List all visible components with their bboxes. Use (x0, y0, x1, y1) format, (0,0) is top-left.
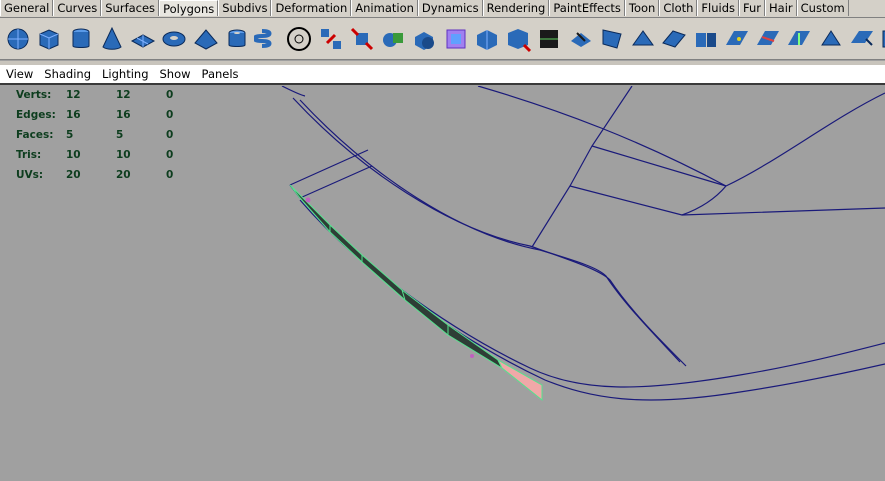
shelf-tab-fur[interactable]: Fur (739, 0, 766, 16)
panel-menubar: View Shading Lighting Show Panels (0, 65, 885, 85)
collapse-icon[interactable] (817, 22, 845, 56)
hud-value-3: 0 (166, 149, 174, 161)
hud-value-1: 12 (66, 89, 81, 101)
poly-cylinder-icon[interactable] (67, 22, 95, 56)
hud-value-1: 16 (66, 109, 81, 121)
poly-pipe-icon[interactable] (223, 22, 251, 56)
wire-curve-main-inner (299, 99, 681, 363)
wire-curve-right-top (725, 92, 885, 187)
hud-label: Verts: (16, 89, 52, 101)
shelf-tab-polygons[interactable]: Polygons (159, 0, 219, 16)
shelf-tab-subdivs[interactable]: Subdivs (218, 0, 272, 16)
selected-tip-face (496, 358, 543, 402)
poly-cube-icon[interactable] (35, 22, 63, 56)
subdiv-proxy-icon[interactable] (442, 22, 470, 56)
menu-view[interactable]: View (6, 67, 33, 81)
merge-icon[interactable] (598, 22, 626, 56)
split-edge-ring-icon[interactable] (754, 22, 782, 56)
wire-edge-curve-2 (681, 185, 727, 216)
split-polygon-icon[interactable] (535, 22, 563, 56)
shelf-tab-surfaces[interactable]: Surfaces (101, 0, 160, 16)
shelf-tab-painteffects[interactable]: PaintEffects (549, 0, 625, 16)
polygons-shelf (0, 18, 885, 60)
hud-value-1: 20 (66, 169, 81, 181)
selected-face-strip (289, 184, 504, 370)
hud-label: Edges: (16, 109, 56, 121)
bridge-icon[interactable] (660, 22, 688, 56)
shelf-tab-hair[interactable]: Hair (765, 0, 797, 16)
hud-value-3: 0 (166, 109, 174, 121)
wire-edge-lower (569, 185, 885, 216)
fill-hole-icon[interactable] (848, 22, 876, 56)
menu-show[interactable]: Show (160, 67, 191, 81)
hud-label: Faces: (16, 129, 54, 141)
vertex-marker-2 (470, 354, 474, 358)
poly-cone-icon[interactable] (98, 22, 126, 56)
hud-value-2: 16 (116, 109, 131, 121)
poly-count-hud: Verts: 12 12 0 Edges: 16 16 0 Faces: 5 5 0 Tris: 10 10… (16, 89, 216, 189)
menu-panels[interactable]: Panels (202, 67, 239, 81)
shelf-tab-fluids[interactable]: Fluids (697, 0, 739, 16)
perspective-viewport[interactable]: Verts: 12 12 0 Edges: 16 16 0 Faces: 5 5 0 Tris: 10 10… (0, 86, 885, 481)
boolean-icon[interactable] (379, 22, 407, 56)
wire-corner-lines (289, 149, 373, 199)
wire-curve-top-left (281, 86, 306, 97)
hud-value-2: 5 (116, 129, 124, 141)
hud-value-1: 10 (66, 149, 81, 161)
hud-value-3: 0 (166, 89, 174, 101)
hud-label: UVs: (16, 169, 44, 181)
combine-icon[interactable] (348, 22, 376, 56)
shelf-tab-curves[interactable]: Curves (53, 0, 102, 16)
shelf-tab-cloth[interactable]: Cloth (659, 0, 698, 16)
shelf-tab-toon[interactable]: Toon (624, 0, 660, 16)
wire-curve-bottom-2 (299, 199, 885, 401)
hud-row: Tris: 10 10 0 (16, 149, 216, 169)
poly-torus-icon[interactable] (160, 22, 188, 56)
shelf-tabs: General Curves Surfaces Polygons Subdivs Defo… (0, 0, 885, 18)
cut-faces-icon[interactable] (723, 22, 751, 56)
extrude-edge-icon[interactable] (504, 22, 532, 56)
menu-lighting[interactable]: Lighting (102, 67, 148, 81)
hud-row: Edges: 16 16 0 (16, 109, 216, 129)
poly-pyramid-icon[interactable] (192, 22, 220, 56)
poly-plane-icon[interactable] (129, 22, 157, 56)
poly-helix-icon[interactable] (254, 22, 282, 56)
vertex-marker-1 (305, 197, 311, 203)
duplicate-face-icon[interactable] (879, 22, 885, 56)
hud-value-3: 0 (166, 129, 174, 141)
append-icon[interactable] (692, 22, 720, 56)
wire-edge-vertical-1 (531, 86, 633, 248)
hud-row: Faces: 5 5 0 (16, 129, 216, 149)
wedge-icon[interactable] (629, 22, 657, 56)
menu-shading[interactable]: Shading (44, 67, 91, 81)
extrude-face-icon[interactable] (473, 22, 501, 56)
hud-value-2: 20 (116, 169, 131, 181)
smooth-icon[interactable] (410, 22, 438, 56)
hud-value-1: 5 (66, 129, 74, 141)
wire-curve-bottom (289, 184, 885, 388)
hud-row: UVs: 20 20 0 (16, 169, 216, 189)
wire-curve-upper (477, 86, 727, 187)
wire-edge-horizontal (591, 145, 727, 187)
selected-strip (289, 184, 543, 402)
shelf-tab-deformation[interactable]: Deformation (271, 0, 352, 16)
shelf-tab-custom[interactable]: Custom (796, 0, 849, 16)
shelf-tab-rendering[interactable]: Rendering (482, 0, 550, 16)
insert-edgeloop-icon[interactable] (785, 22, 813, 56)
hud-value-2: 10 (116, 149, 131, 161)
hud-value-3: 0 (166, 169, 174, 181)
shelf-tab-animation[interactable]: Animation (351, 0, 418, 16)
hud-row: Verts: 12 12 0 (16, 89, 216, 109)
shelf-tab-dynamics[interactable]: Dynamics (417, 0, 483, 16)
shelf-tab-general[interactable]: General (0, 0, 54, 16)
poly-soccer-ball-icon[interactable] (285, 22, 313, 56)
separate-icon[interactable] (317, 22, 345, 56)
hud-label: Tris: (16, 149, 42, 161)
poly-sphere-icon[interactable] (4, 22, 32, 56)
hud-value-2: 12 (116, 89, 131, 101)
bevel-icon[interactable] (567, 22, 595, 56)
